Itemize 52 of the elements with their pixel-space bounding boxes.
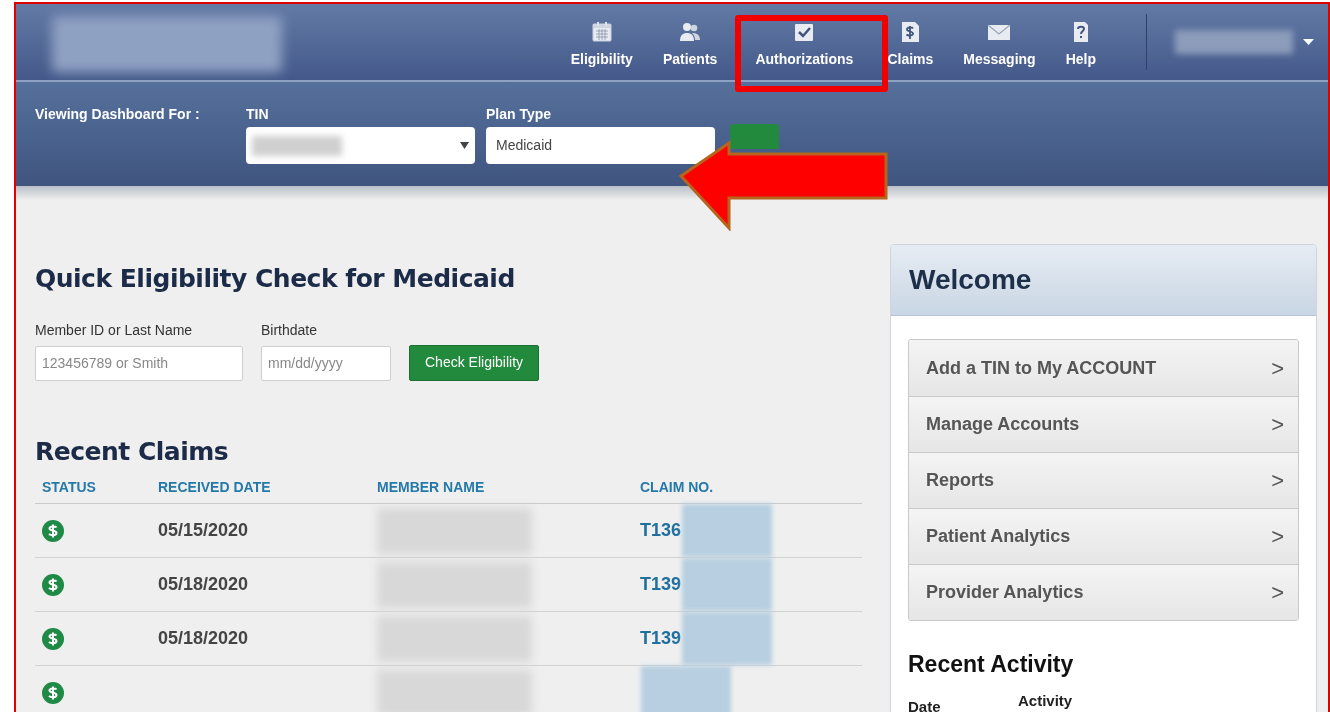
- nav-item[interactable]: Messaging: [948, 4, 1051, 80]
- claim-number-link[interactable]: T136: [640, 517, 682, 544]
- panel-title: Welcome: [909, 263, 1032, 297]
- tin-select[interactable]: [246, 127, 475, 164]
- section-title: Recent Activity: [908, 650, 1075, 679]
- filter-label: Viewing Dashboard For :: [35, 105, 201, 124]
- field-label: Birthdate: [261, 320, 319, 340]
- input-field[interactable]: 123456789 or Smith: [35, 345, 243, 381]
- field-label: Member ID or Last Name: [35, 320, 194, 340]
- nav-item[interactable]: Help: [1050, 4, 1111, 80]
- check-eligibility-button[interactable]: Check Eligibility: [409, 344, 540, 381]
- column-header: RECEIVED DATE: [158, 478, 272, 497]
- dollar-status-icon: [42, 681, 64, 704]
- menu-link[interactable]: Provider Analytics >: [909, 564, 1298, 620]
- chevron-icon: >: [1271, 576, 1284, 609]
- section-title: Recent Claims: [35, 435, 230, 468]
- people-icon: [678, 20, 703, 44]
- caret-icon: [460, 142, 469, 149]
- section-title: Quick Eligibility Check for Medicaid: [35, 263, 516, 295]
- column-header: Date: [908, 696, 942, 712]
- column-header: STATUS: [41, 478, 97, 497]
- field-label: Plan Type: [486, 105, 553, 124]
- nav-item[interactable]: Eligibility: [555, 4, 648, 80]
- claim-number-link[interactable]: T139: [640, 625, 682, 652]
- menu-link[interactable]: Add a TIN to My ACCOUNT >: [909, 340, 1298, 396]
- dollar-status-icon: [42, 519, 64, 542]
- calendar-icon: [589, 20, 614, 44]
- nav-item[interactable]: Patients: [647, 4, 733, 80]
- column-header: Activity: [1018, 690, 1073, 711]
- caret-icon[interactable]: [1303, 39, 1314, 45]
- claim-number-link[interactable]: T139: [640, 571, 682, 598]
- user-name-placeholder[interactable]: [1175, 30, 1293, 54]
- nav-item[interactable]: Claims: [872, 4, 949, 80]
- dollar-status-icon: [42, 627, 64, 650]
- plan-type-select[interactable]: Medicaid: [486, 127, 715, 164]
- menu-link[interactable]: Reports >: [909, 452, 1298, 508]
- nav-item[interactable]: Authorizations: [740, 4, 869, 80]
- table-cell: 05/18/2020: [158, 574, 249, 594]
- field-label: TIN: [246, 105, 270, 124]
- chevron-icon: >: [1271, 408, 1284, 441]
- input-field[interactable]: mm/dd/yyyy: [261, 345, 391, 381]
- menu-link[interactable]: Manage Accounts >: [909, 396, 1298, 452]
- chevron-icon: >: [1271, 464, 1284, 497]
- dollar-status-icon: [42, 573, 64, 596]
- column-header: MEMBER NAME: [377, 478, 486, 497]
- table-cell: 05/18/2020: [158, 628, 249, 648]
- column-header: CLAIM NO.: [640, 478, 715, 497]
- menu-link[interactable]: Patient Analytics >: [909, 508, 1298, 564]
- table-cell: 05/15/2020: [158, 520, 249, 540]
- go-button[interactable]: [730, 124, 779, 149]
- chevron-icon: >: [1271, 520, 1284, 553]
- chevron-icon: >: [1271, 351, 1284, 385]
